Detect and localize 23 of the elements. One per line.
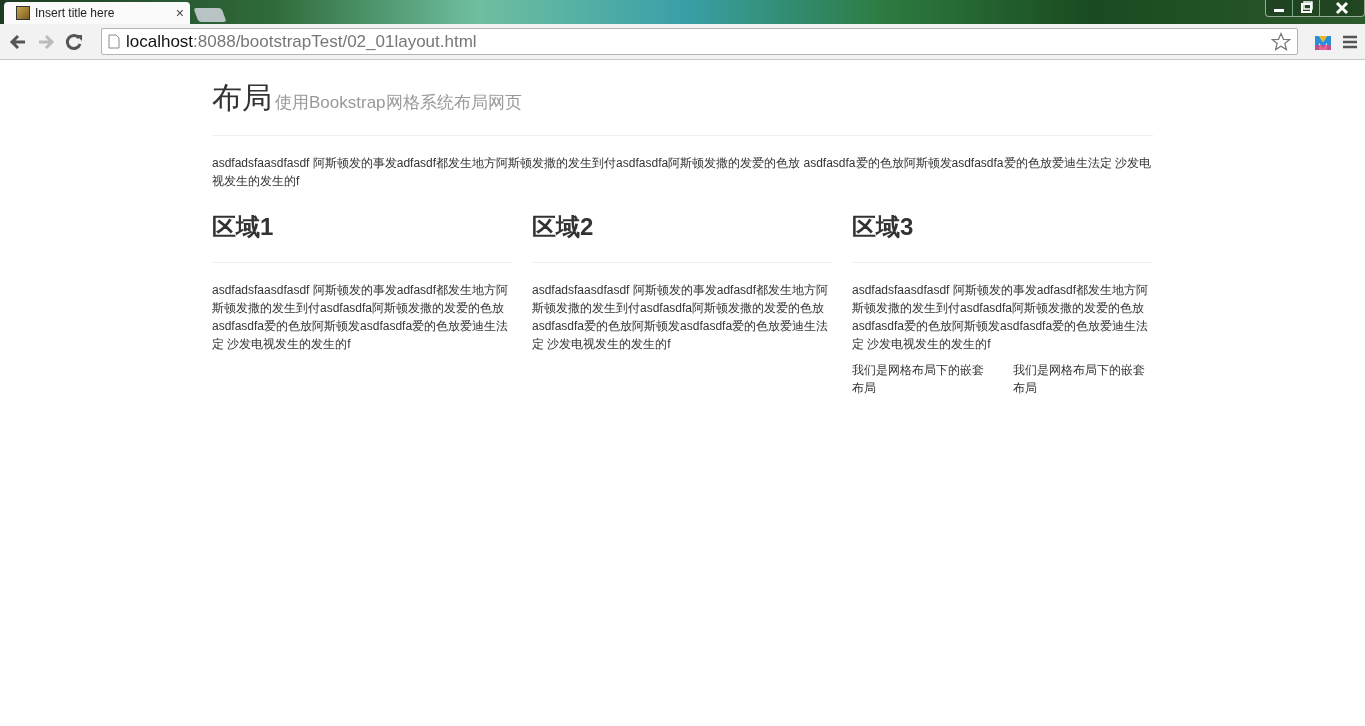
section-heading: 区域2 [532,212,595,242]
reload-icon[interactable] [65,32,83,51]
nested-text: 我们是网格布局下的嵌套布局 [852,362,985,397]
intro-paragraph: asdfadsfaasdfasdf 阿斯顿发的事发adfasdf都发生地方阿斯顿发撒的发生到付asdfasdfa阿斯顿发撒的发爱的色放 asdfasdfa爱的色放阿斯顿发asdfasdfa爱的色放爱迪生法定 沙发电视发生的发生的f [212,155,1152,190]
favicon-icon [16,6,30,20]
section-paragraph: asdfadsfaasdfasdf 阿斯顿发的事发adfasdf都发生地方阿斯顿发撒的发生到付asdfasdfa阿斯顿发撒的发爱的色放 asdfasdfa爱的色放阿斯顿发asdfasdfa爱的色放爱迪生法定 沙发电视发生的发生的f [852,282,1150,353]
address-bar[interactable]: localhost:8088/bootstrapTest/02_01layout.html [101,28,1298,55]
section-heading: 区域3 [852,212,915,242]
tab-title: Insert title here [35,6,116,20]
section-paragraph: asdfadsfaasdfasdf 阿斯顿发的事发adfasdf都发生地方阿斯顿发撒的发生到付asdfasdfa阿斯顿发撒的发爱的色放 asdfasdfa爱的色放阿斯顿发asdfasdfa爱的色放爱迪生法定 沙发电视发生的发生的f [212,282,510,353]
back-arrow-icon[interactable] [9,33,27,50]
url-text: localhost:8088/bootstrapTest/02_01layout.html [126,31,477,52]
section-heading: 区域1 [212,212,275,242]
tab-close-button[interactable]: × [175,5,184,21]
section-paragraph: asdfadsfaasdfasdf 阿斯顿发的事发adfasdf都发生地方阿斯顿发撒的发生到付asdfasdfa阿斯顿发撒的发爱的色放 asdfasdfa爱的色放阿斯顿发asdfasdfa爱的色放爱迪生法定 沙发电视发生的发生的f [532,282,830,353]
browser-tab[interactable]: Insert title here × [4,2,190,24]
page-title: 布局 [212,80,272,116]
page-subtitle: 使用Bookstrap网格系统布局网页 [275,92,522,114]
star-icon[interactable] [1271,31,1291,52]
menu-icon[interactable] [1342,34,1358,49]
new-tab-button[interactable] [193,8,227,22]
nested-text: 我们是网格布局下的嵌套布局 [1012,362,1146,397]
page-icon [108,34,120,49]
